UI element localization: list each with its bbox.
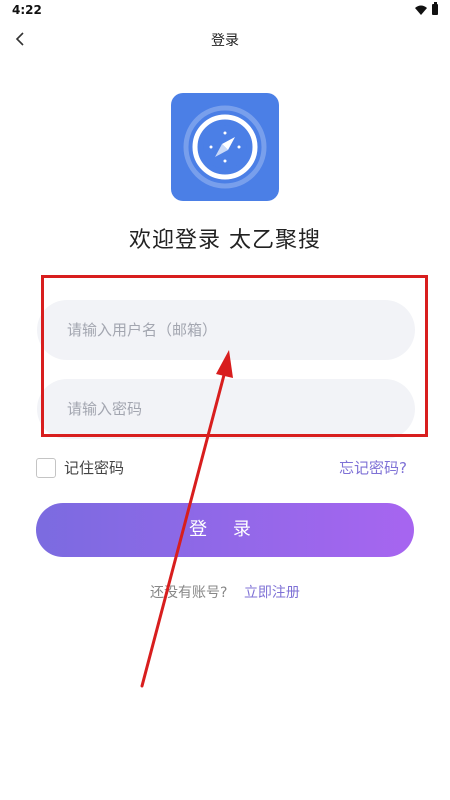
register-row: 还没有账号? 立即注册 <box>0 582 450 602</box>
register-link[interactable]: 立即注册 <box>244 585 300 601</box>
app-logo <box>171 93 279 201</box>
remember-password-checkbox[interactable] <box>36 457 56 478</box>
status-icons <box>415 2 438 15</box>
password-input[interactable] <box>37 379 415 439</box>
page-title: 登录 <box>211 33 239 49</box>
compass-icon <box>183 105 267 189</box>
welcome-title: 欢迎登录 太乙聚搜 <box>129 228 321 253</box>
login-button[interactable]: 登 录 <box>36 503 414 557</box>
wifi-icon <box>415 5 427 15</box>
register-prompt: 还没有账号? <box>150 585 228 601</box>
status-bar: 4:22 <box>0 0 450 22</box>
status-time: 4:22 <box>12 3 42 17</box>
header: 登录 <box>0 24 450 54</box>
battery-icon <box>432 2 438 15</box>
forgot-password-link[interactable]: 忘记密码? <box>339 457 407 478</box>
username-input[interactable] <box>37 300 415 360</box>
remember-password-label: 记住密码 <box>64 459 125 477</box>
remember-password-row[interactable]: 记住密码 <box>36 457 124 478</box>
